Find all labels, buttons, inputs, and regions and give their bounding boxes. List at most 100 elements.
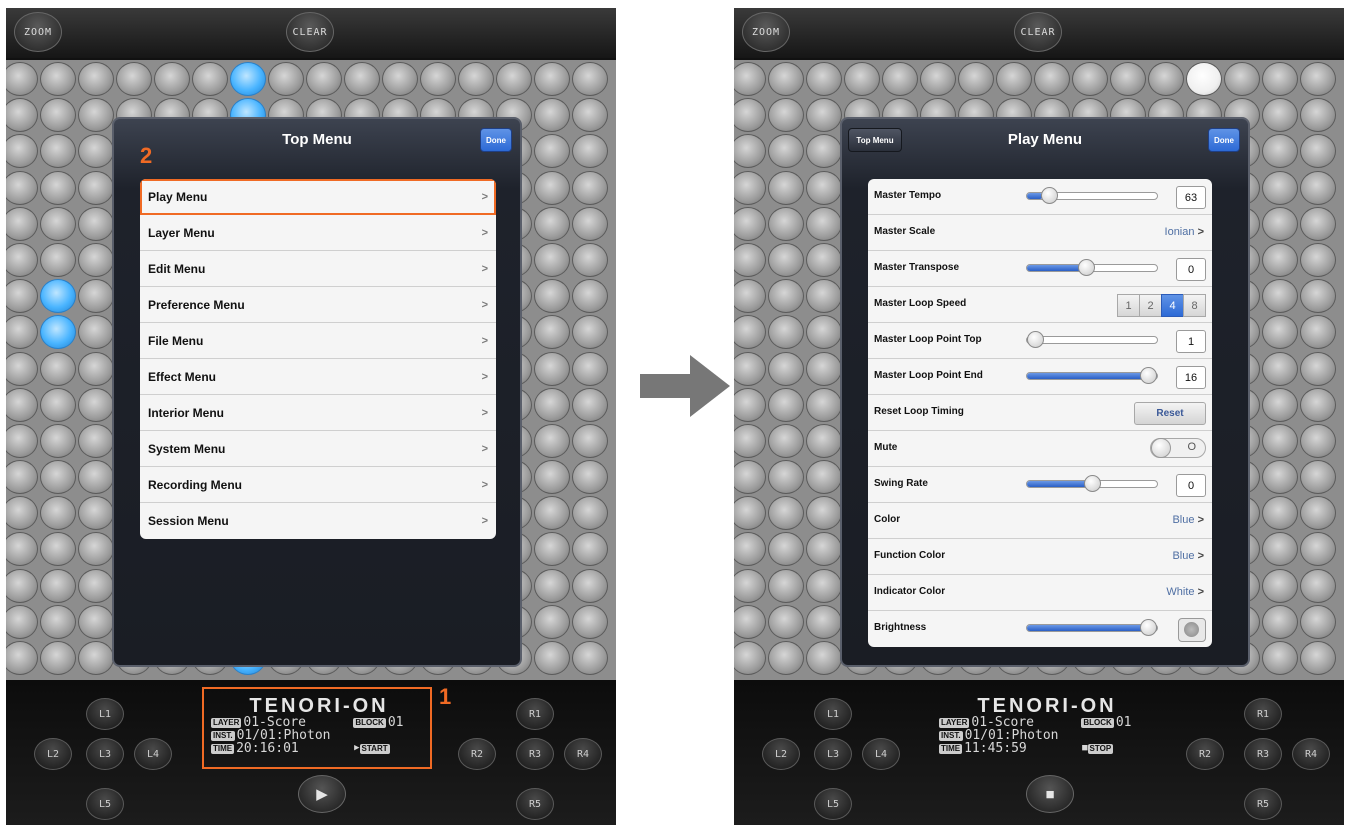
grid-cell[interactable]	[40, 279, 76, 314]
grid-cell[interactable]	[768, 568, 804, 603]
grid-cell[interactable]	[534, 62, 570, 96]
grid-cell[interactable]	[768, 242, 804, 277]
grid-cell[interactable]	[1300, 98, 1336, 133]
grid-cell[interactable]	[806, 496, 842, 531]
grid-cell[interactable]	[534, 351, 570, 386]
swing-value[interactable]: 0	[1176, 474, 1206, 497]
grid-cell[interactable]	[806, 460, 842, 495]
r2-button[interactable]: R2	[458, 738, 496, 770]
slider-knob[interactable]	[1027, 331, 1044, 348]
grid-cell[interactable]	[768, 315, 804, 350]
slider-knob[interactable]	[1078, 259, 1095, 276]
grid-cell[interactable]	[768, 351, 804, 386]
grid-cell[interactable]	[534, 170, 570, 205]
grid-cell[interactable]	[806, 62, 842, 96]
grid-cell[interactable]	[882, 62, 918, 96]
grid-cell[interactable]	[806, 532, 842, 567]
grid-cell[interactable]	[1186, 62, 1222, 96]
transpose-value[interactable]: 0	[1176, 258, 1206, 281]
grid-cell[interactable]	[734, 568, 766, 603]
grid-cell[interactable]	[572, 568, 608, 603]
loop-speed-option[interactable]: 2	[1139, 294, 1162, 317]
grid-cell[interactable]	[534, 134, 570, 169]
grid-cell[interactable]	[572, 351, 608, 386]
grid-cell[interactable]	[116, 62, 152, 96]
grid-cell[interactable]	[78, 134, 114, 169]
clear-button[interactable]: CLEAR	[1014, 12, 1062, 52]
grid-cell[interactable]	[734, 206, 766, 241]
loop-top-value[interactable]: 1	[1176, 330, 1206, 353]
grid-cell[interactable]	[1262, 98, 1298, 133]
grid-cell[interactable]	[6, 170, 38, 205]
menu-item-system[interactable]: System Menu >	[140, 431, 496, 467]
grid-cell[interactable]	[1300, 423, 1336, 458]
grid-cell[interactable]	[1300, 279, 1336, 314]
grid-cell[interactable]	[306, 62, 342, 96]
grid-cell[interactable]	[78, 568, 114, 603]
grid-cell[interactable]	[734, 62, 766, 96]
grid-cell[interactable]	[458, 62, 494, 96]
grid-cell[interactable]	[40, 423, 76, 458]
grid-cell[interactable]	[806, 423, 842, 458]
grid-cell[interactable]	[6, 242, 38, 277]
grid-cell[interactable]	[572, 532, 608, 567]
grid-cell[interactable]	[78, 641, 114, 675]
transpose-slider[interactable]	[1026, 259, 1158, 276]
grid-cell[interactable]	[734, 351, 766, 386]
loop-end-value[interactable]: 16	[1176, 366, 1206, 389]
grid-cell[interactable]	[768, 532, 804, 567]
grid-cell[interactable]	[1262, 62, 1298, 96]
grid-cell[interactable]	[78, 387, 114, 422]
grid-cell[interactable]	[6, 134, 38, 169]
grid-cell[interactable]	[1262, 532, 1298, 567]
grid-cell[interactable]	[6, 423, 38, 458]
r2-button[interactable]: R2	[1186, 738, 1224, 770]
row-indicator-color[interactable]: Indicator Color White >	[868, 575, 1212, 611]
grid-cell[interactable]	[420, 62, 456, 96]
grid-cell[interactable]	[734, 641, 766, 675]
grid-cell[interactable]	[1300, 170, 1336, 205]
grid-cell[interactable]	[40, 496, 76, 531]
grid-cell[interactable]	[958, 62, 994, 96]
l1-button[interactable]: L1	[86, 698, 124, 730]
grid-cell[interactable]	[78, 532, 114, 567]
grid-cell[interactable]	[1262, 460, 1298, 495]
r1-button[interactable]: R1	[516, 698, 554, 730]
grid-cell[interactable]	[806, 170, 842, 205]
grid-cell[interactable]	[734, 460, 766, 495]
grid-cell[interactable]	[996, 62, 1032, 96]
grid-cell[interactable]	[734, 134, 766, 169]
grid-cell[interactable]	[768, 604, 804, 639]
grid-cell[interactable]	[78, 423, 114, 458]
grid-cell[interactable]	[230, 62, 266, 96]
menu-item-file[interactable]: File Menu >	[140, 323, 496, 359]
grid-cell[interactable]	[1262, 242, 1298, 277]
tempo-slider[interactable]	[1026, 187, 1158, 204]
grid-cell[interactable]	[1262, 496, 1298, 531]
reset-button[interactable]: Reset	[1134, 402, 1206, 425]
slider-knob[interactable]	[1084, 475, 1101, 492]
grid-cell[interactable]	[1262, 423, 1298, 458]
grid-cell[interactable]	[572, 134, 608, 169]
loop-speed-option-selected[interactable]: 4	[1161, 294, 1184, 317]
row-function-color[interactable]: Function Color Blue >	[868, 539, 1212, 575]
grid-cell[interactable]	[806, 315, 842, 350]
grid-cell[interactable]	[6, 568, 38, 603]
grid-cell[interactable]	[1262, 315, 1298, 350]
grid-cell[interactable]	[734, 532, 766, 567]
grid-cell[interactable]	[572, 460, 608, 495]
grid-cell[interactable]	[1224, 62, 1260, 96]
grid-cell[interactable]	[1262, 279, 1298, 314]
r3-button[interactable]: R3	[516, 738, 554, 770]
grid-cell[interactable]	[734, 315, 766, 350]
l3-button[interactable]: L3	[814, 738, 852, 770]
grid-cell[interactable]	[534, 98, 570, 133]
grid-cell[interactable]	[768, 170, 804, 205]
grid-cell[interactable]	[806, 242, 842, 277]
grid-cell[interactable]	[534, 279, 570, 314]
l5-button[interactable]: L5	[814, 788, 852, 820]
l5-button[interactable]: L5	[86, 788, 124, 820]
grid-cell[interactable]	[6, 532, 38, 567]
grid-cell[interactable]	[572, 170, 608, 205]
grid-cell[interactable]	[40, 315, 76, 350]
